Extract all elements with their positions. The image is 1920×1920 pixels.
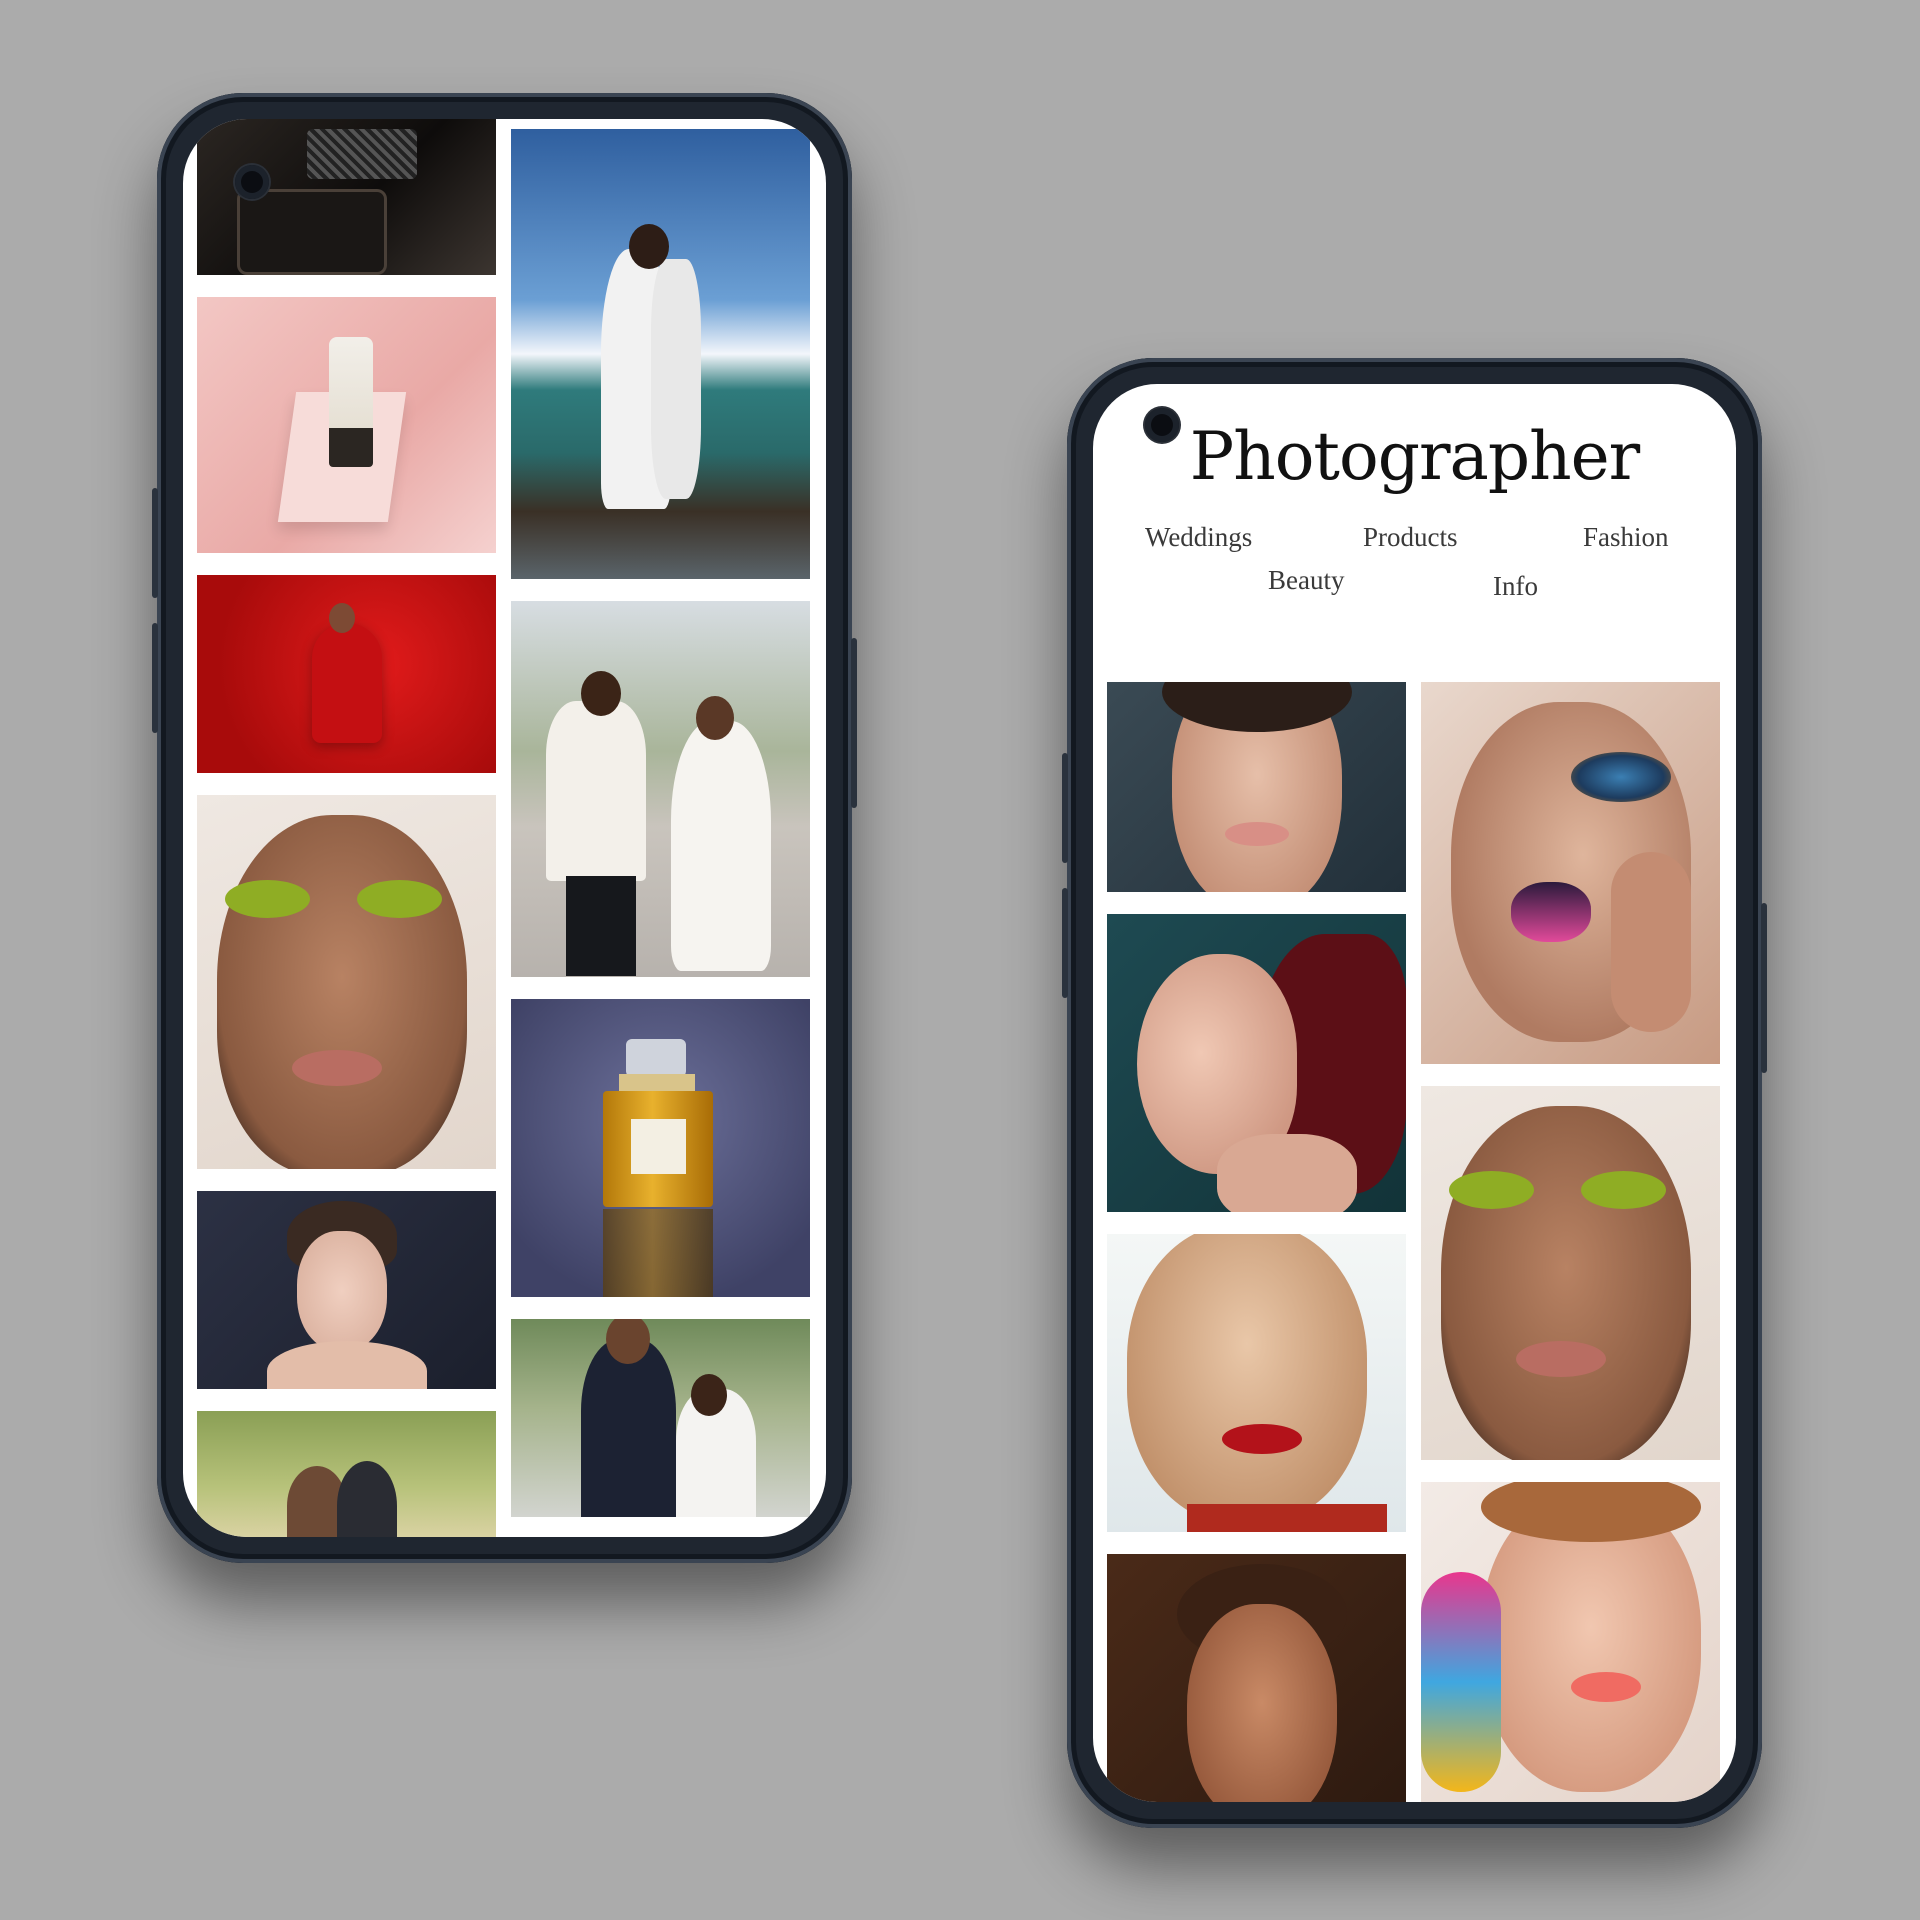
nav-fashion[interactable]: Fashion (1583, 522, 1669, 553)
gallery-photo-red-fashion[interactable] (197, 575, 496, 773)
right-screen: Photographer Weddings Products Fashion B… (1093, 384, 1736, 1802)
site-title[interactable]: Photographer (1093, 418, 1736, 495)
left-screen (183, 119, 826, 1537)
nav-beauty[interactable]: Beauty (1268, 565, 1344, 596)
left-phone (152, 93, 857, 1563)
side-button (152, 623, 158, 733)
gallery-photo-red-lips[interactable] (1107, 1234, 1406, 1532)
gallery-photo-cosmetic-tube[interactable] (197, 297, 496, 553)
front-camera-icon (1145, 408, 1179, 442)
gallery-photo-couple-garden[interactable] (197, 1411, 496, 1537)
gallery-photo-portrait-curls[interactable] (1107, 1554, 1406, 1802)
right-phone: Photographer Weddings Products Fashion B… (1062, 358, 1767, 1828)
gallery-photo-green-eyeshadow[interactable] (197, 795, 496, 1169)
gallery-photo-paint-hand[interactable] (1421, 1482, 1720, 1802)
gallery-photo-wedding-walk[interactable] (511, 601, 810, 977)
side-button (1062, 888, 1068, 998)
gallery-photo-glitter-makeup[interactable] (1421, 682, 1720, 1064)
gallery-photo-profile-red-hair[interactable] (1107, 914, 1406, 1212)
gallery-photo-green-eyeshadow[interactable] (1421, 1086, 1720, 1460)
side-button (1761, 903, 1767, 1073)
gallery-photo-chanel-perfume[interactable] (511, 999, 810, 1297)
gallery-photo-wedding-couple-suit[interactable] (511, 1319, 810, 1517)
gallery-photo-perfume-cap[interactable] (197, 119, 496, 275)
front-camera-icon (235, 165, 269, 199)
nav-weddings[interactable]: Weddings (1145, 522, 1252, 553)
side-button (152, 488, 158, 598)
side-button (851, 638, 857, 808)
gallery-photo-wedding-sea[interactable] (511, 129, 810, 579)
gallery-photo-portrait-natural[interactable] (1107, 682, 1406, 892)
nav-products[interactable]: Products (1363, 522, 1458, 553)
gallery-photo-portrait-earrings[interactable] (197, 1191, 496, 1389)
nav-info[interactable]: Info (1493, 571, 1538, 602)
side-button (1062, 753, 1068, 863)
